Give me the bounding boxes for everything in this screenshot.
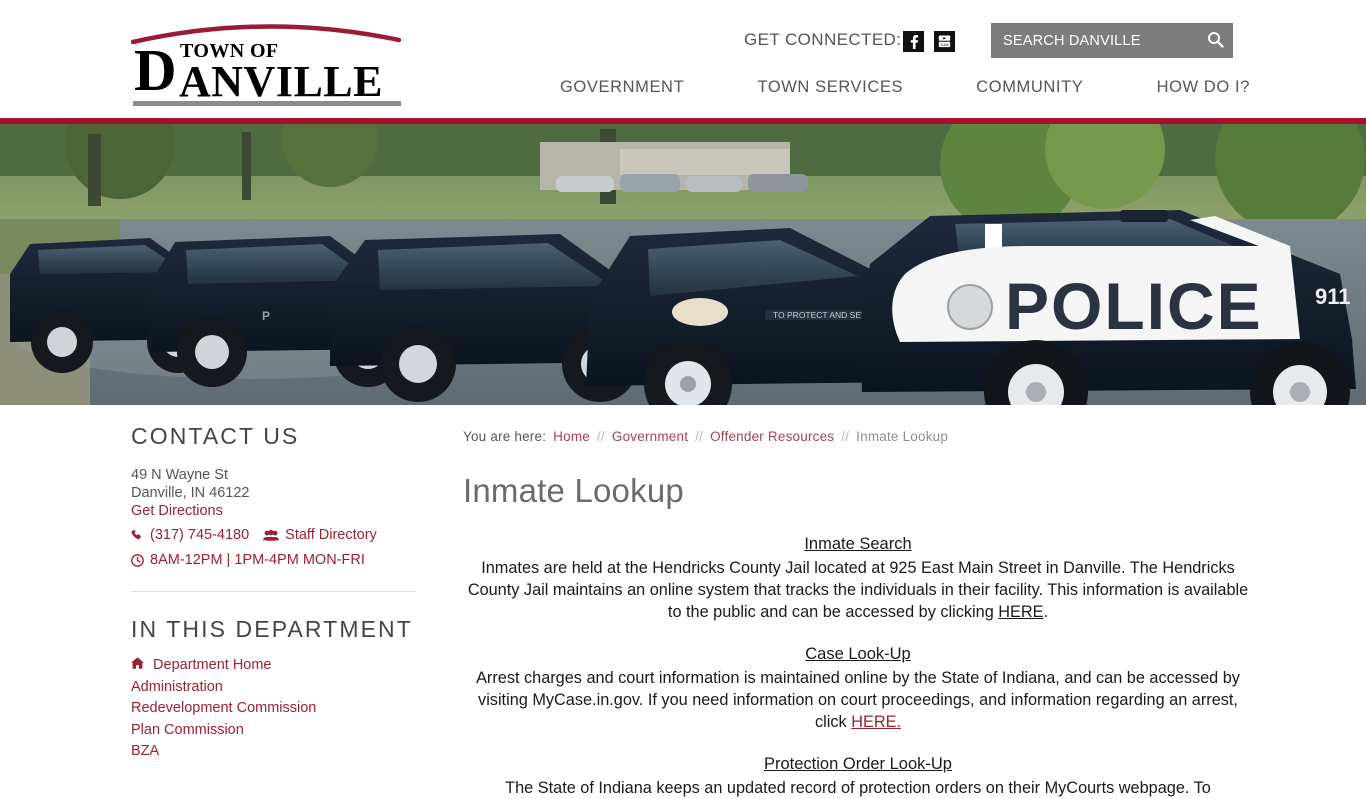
hero-banner-image: P RAM TO PROTECT AND SERVE POLICE 911 xyxy=(0,124,1366,405)
nav-item-town-services[interactable]: TOWN SERVICES xyxy=(757,78,903,97)
list-item[interactable]: Redevelopment Commission xyxy=(131,698,416,720)
search-icon xyxy=(1207,31,1224,51)
list-item[interactable]: Department Home xyxy=(131,655,416,677)
youtube-icon[interactable]: Tube xyxy=(934,31,955,52)
address-line-2: Danville, IN 46122 xyxy=(131,485,250,501)
sidebar-divider xyxy=(131,591,416,592)
nav-item-government[interactable]: GOVERNMENT xyxy=(560,78,684,97)
hours-row: 8AM-12PM | 1PM-4PM MON-FRI xyxy=(131,550,416,570)
breadcrumb: You are here: Home // Government // Offender … xyxy=(463,429,1253,444)
section-heading-inmate-search[interactable]: Inmate Search xyxy=(804,533,911,555)
section-protection-order-lookup: Protection Order Look-Up The State of In… xyxy=(463,753,1253,799)
page-title: Inmate Lookup xyxy=(463,472,684,509)
get-connected-label: GET CONNECTED: xyxy=(744,30,902,49)
list-item[interactable]: Administration xyxy=(131,677,416,699)
get-directions-link[interactable]: Get Directions xyxy=(131,502,416,520)
sidebar-item-redevelopment-commission[interactable]: Redevelopment Commission xyxy=(131,700,316,716)
logo-underline-rule xyxy=(133,101,401,106)
section-body-case-lookup: Arrest charges and court information is … xyxy=(463,667,1253,733)
inmate-search-here-link[interactable]: HERE xyxy=(998,603,1043,621)
breadcrumb-item-home[interactable]: Home xyxy=(553,429,590,444)
section-body-tail: . xyxy=(1043,603,1049,622)
breadcrumb-label: You are here: xyxy=(463,429,547,444)
breadcrumb-separator: // xyxy=(596,429,605,444)
case-lookup-here-link[interactable]: HERE. xyxy=(851,713,901,731)
staff-directory-link[interactable]: Staff Directory xyxy=(285,525,377,545)
search-submit-button[interactable] xyxy=(1198,23,1233,58)
phone-icon xyxy=(131,529,144,542)
phone-link[interactable]: (317) 745-4180 xyxy=(150,525,249,545)
breadcrumb-separator: // xyxy=(695,429,704,444)
section-body-inmate-search: Inmates are held at the Hendricks County… xyxy=(463,557,1253,623)
nav-item-how-do-i[interactable]: HOW DO I? xyxy=(1157,78,1250,97)
contact-us-heading: CONTACT US xyxy=(131,423,300,449)
sidebar-item-department-home[interactable]: Department Home xyxy=(153,657,271,673)
logo-letter-d: D xyxy=(134,37,177,103)
sidebar-item-plan-commission[interactable]: Plan Commission xyxy=(131,722,244,738)
nav-item-community[interactable]: COMMUNITY xyxy=(976,78,1083,97)
breadcrumb-separator: // xyxy=(841,429,850,444)
facebook-icon[interactable] xyxy=(903,31,924,52)
staff-directory-icon xyxy=(263,529,280,542)
section-body-text: Inmates are held at the Hendricks County… xyxy=(467,559,1249,622)
site-logo[interactable]: D TOWN OF ANVILLE xyxy=(131,18,401,106)
section-case-lookup: Case Look-Up Arrest charges and court in… xyxy=(463,643,1253,733)
office-hours-text: 8AM-12PM | 1PM-4PM MON-FRI xyxy=(150,552,365,568)
breadcrumb-item-offender-resources[interactable]: Offender Resources xyxy=(710,429,834,444)
phone-row: (317) 745-4180 Staff Directory xyxy=(131,525,416,545)
sidebar: CONTACT US 49 N Wayne St Danville, IN 46… xyxy=(131,425,416,763)
breadcrumb-item-government[interactable]: Government xyxy=(612,429,688,444)
logo-anville: ANVILLE xyxy=(179,57,383,106)
address-line-1: 49 N Wayne St xyxy=(131,467,228,483)
svg-text:Tube: Tube xyxy=(940,43,949,47)
in-this-department-heading: IN THIS DEPARTMENT xyxy=(131,616,413,642)
sidebar-item-bza[interactable]: BZA xyxy=(131,743,159,759)
svg-text:911: 911 xyxy=(1315,284,1351,309)
social-links: Tube xyxy=(903,31,955,52)
department-nav-list: Department Home Administration Redevelop… xyxy=(131,655,416,763)
section-inmate-search: Inmate Search Inmates are held at the He… xyxy=(463,533,1253,623)
search-box[interactable] xyxy=(991,23,1233,58)
sidebar-item-administration[interactable]: Administration xyxy=(131,679,223,695)
list-item[interactable]: Plan Commission xyxy=(131,720,416,742)
main-navigation: GOVERNMENT TOWN SERVICES COMMUNITY HOW D… xyxy=(560,78,1250,97)
svg-text:P: P xyxy=(262,309,270,323)
site-header: D TOWN OF ANVILLE GET CONNECTED: Tube SE… xyxy=(0,0,1366,118)
main-column: You are here: Home // Government // Offender … xyxy=(463,405,1253,799)
logo-wordmark: D TOWN OF ANVILLE xyxy=(131,35,401,104)
home-icon xyxy=(131,657,148,673)
svg-text:POLICE: POLICE xyxy=(1005,269,1263,343)
list-item[interactable]: BZA xyxy=(131,741,416,763)
search-input[interactable] xyxy=(991,32,1198,49)
page-content: CONTACT US 49 N Wayne St Danville, IN 46… xyxy=(0,405,1366,797)
breadcrumb-item-current: Inmate Lookup xyxy=(856,429,949,444)
clock-icon xyxy=(131,553,144,567)
section-body-protection-order-lookup: The State of Indiana keeps an updated re… xyxy=(505,779,1211,798)
section-heading-protection-order-lookup[interactable]: Protection Order Look-Up xyxy=(764,753,952,775)
section-heading-case-lookup[interactable]: Case Look-Up xyxy=(805,643,910,665)
